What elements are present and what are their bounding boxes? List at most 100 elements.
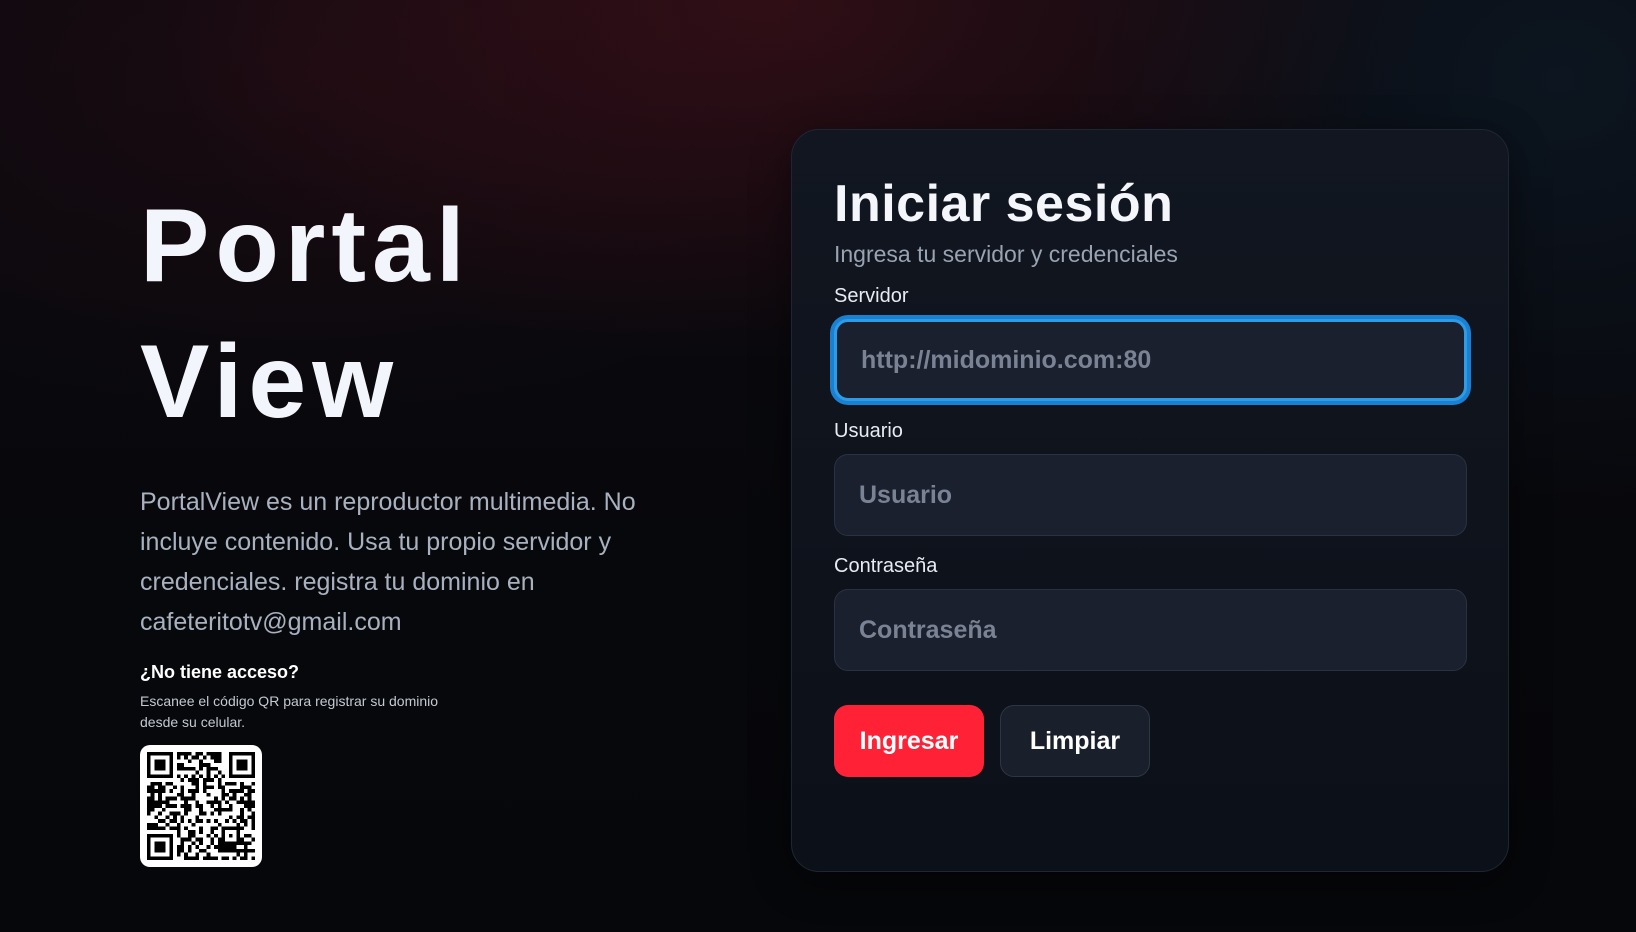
qr-module xyxy=(158,796,162,801)
qr-module xyxy=(180,763,185,767)
qr-module xyxy=(225,781,229,786)
qr-module xyxy=(147,752,151,756)
qr-module xyxy=(206,785,211,790)
qr-module xyxy=(247,848,252,853)
qr-module xyxy=(232,841,237,846)
qr-module xyxy=(147,807,151,812)
qr-module xyxy=(214,800,218,805)
qr-module xyxy=(158,789,162,793)
server-input[interactable] xyxy=(834,319,1467,401)
qr-module xyxy=(169,856,174,860)
qr-module xyxy=(206,856,211,860)
qr-module xyxy=(161,752,166,756)
qr-module xyxy=(187,796,192,801)
qr-module xyxy=(191,792,196,797)
qr-module xyxy=(184,852,188,857)
no-access-text: Escanee el código QR para registrar su d… xyxy=(140,693,439,730)
qr-module xyxy=(236,815,241,820)
qr-module xyxy=(232,848,237,853)
qr-module xyxy=(158,785,162,790)
qr-module xyxy=(150,752,155,756)
qr-module xyxy=(173,819,177,823)
qr-module xyxy=(199,752,203,756)
qr-module xyxy=(195,785,200,790)
qr-module xyxy=(217,804,222,808)
qr-module xyxy=(176,848,181,853)
qr-module xyxy=(240,819,244,823)
qr-module xyxy=(158,811,162,816)
qr-module xyxy=(243,785,248,790)
qr-module xyxy=(184,774,188,779)
qr-module xyxy=(206,778,211,782)
qr-module xyxy=(240,785,244,790)
qr-module xyxy=(158,774,162,779)
qr-module xyxy=(251,815,255,820)
qr-module xyxy=(236,841,241,846)
qr-module xyxy=(240,841,244,846)
qr-module xyxy=(206,766,211,771)
qr-module xyxy=(247,800,252,805)
qr-module xyxy=(217,845,222,849)
qr-module xyxy=(147,856,151,860)
qr-module xyxy=(195,845,200,849)
qr-module xyxy=(195,804,200,808)
qr-module xyxy=(240,752,244,756)
qr-module xyxy=(221,826,226,831)
qr-module xyxy=(228,763,233,767)
qr-module xyxy=(191,841,196,846)
qr-module xyxy=(154,845,159,849)
qr-module xyxy=(236,766,241,771)
qr-module xyxy=(243,759,248,764)
qr-module xyxy=(158,804,162,808)
qr-module xyxy=(147,763,151,767)
qr-module xyxy=(240,826,244,831)
qr-module xyxy=(150,800,155,805)
qr-module xyxy=(176,811,181,816)
qr-module xyxy=(154,766,159,771)
qr-module xyxy=(206,752,211,756)
qr-module xyxy=(184,856,188,860)
login-button[interactable]: Ingresar xyxy=(834,705,984,777)
qr-module xyxy=(232,845,237,849)
qr-module xyxy=(147,770,151,775)
qr-module xyxy=(221,837,226,842)
qr-module xyxy=(210,811,215,816)
qr-module xyxy=(247,796,252,801)
qr-module xyxy=(150,789,155,793)
qr-module xyxy=(150,826,155,831)
qr-module xyxy=(251,770,255,775)
qr-module xyxy=(217,800,222,805)
qr-module xyxy=(228,789,233,793)
clear-button[interactable]: Limpiar xyxy=(1000,705,1150,777)
qr-module xyxy=(147,785,151,790)
qr-module xyxy=(169,804,174,808)
qr-module xyxy=(169,852,174,857)
qr-module xyxy=(176,766,181,771)
qr-module xyxy=(243,845,248,849)
qr-module xyxy=(202,856,207,860)
qr-module xyxy=(217,811,222,816)
qr-module xyxy=(217,759,222,764)
qr-module xyxy=(147,759,151,764)
qr-module xyxy=(202,755,207,760)
qr-module xyxy=(243,804,248,808)
qr-module xyxy=(187,778,192,782)
qr-module xyxy=(187,819,192,823)
qr-module xyxy=(243,752,248,756)
qr-module xyxy=(147,804,151,808)
password-input[interactable] xyxy=(834,589,1467,671)
qr-module xyxy=(184,755,188,760)
qr-module xyxy=(184,800,188,805)
qr-module xyxy=(225,848,229,853)
qr-module xyxy=(147,837,151,842)
qr-module xyxy=(147,845,151,849)
qr-module xyxy=(176,830,181,834)
qr-module xyxy=(199,807,203,812)
qr-module xyxy=(199,766,203,771)
user-input[interactable] xyxy=(834,454,1467,536)
qr-module xyxy=(173,804,177,808)
qr-module xyxy=(232,781,237,786)
qr-module xyxy=(210,778,215,782)
qr-module xyxy=(191,833,196,838)
qr-module xyxy=(228,774,233,779)
